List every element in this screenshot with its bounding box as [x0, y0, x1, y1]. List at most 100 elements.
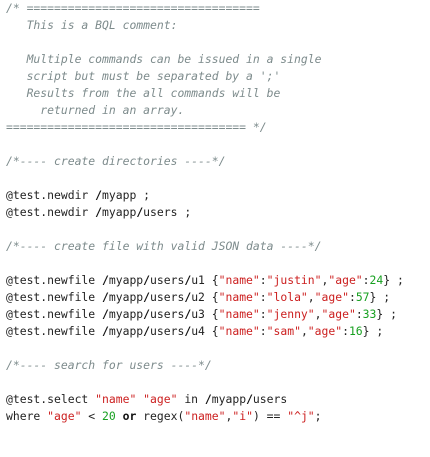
code-token-plain: regex(: [136, 409, 185, 423]
code-token-str: "age": [143, 392, 178, 406]
code-token-plain: users: [252, 392, 288, 406]
code-line: /* ==================================: [6, 0, 430, 17]
code-token-plain: @test.newfile: [6, 307, 103, 321]
code-token-str: "justin": [266, 273, 322, 287]
code-token-str: "^j": [287, 409, 315, 423]
code-token-kw: /: [95, 205, 103, 219]
code-line: Results from the all commands will be: [6, 85, 430, 102]
code-token-str: "age": [328, 273, 363, 287]
code-token-str: "name": [218, 273, 260, 287]
code-token-cmt: script but must be separated by a ';': [6, 69, 281, 83]
code-token-plain: myapp: [108, 290, 144, 304]
code-token-plain: ;: [314, 409, 322, 423]
code-token-plain: @test.newfile: [6, 273, 103, 287]
code-token-plain: myapp: [108, 324, 144, 338]
code-token-kw: /: [143, 307, 151, 321]
code-token-plain: :: [355, 307, 363, 321]
code-token-plain: users: [150, 273, 185, 287]
code-token-num: 57: [355, 290, 370, 304]
code-token-cmt: /*---- search for users ----*/: [6, 358, 212, 372]
code-token-num: 16: [348, 324, 363, 338]
code-token-plain: myapp: [108, 273, 144, 287]
code-token-plain: u1 {: [191, 273, 219, 287]
code-token-str: "jenny": [266, 307, 315, 321]
code-token-cmt: Multiple commands can be issued in a sin…: [6, 52, 322, 66]
code-token-plain: @test.newdir: [6, 188, 96, 202]
code-token-cmt: /*---- create file with valid JSON data …: [6, 239, 322, 253]
code-token-str: "age": [321, 307, 356, 321]
code-token-plain: } ;: [376, 307, 397, 321]
code-token-cmt: /*---- create directories ----*/: [6, 154, 226, 168]
code-token-plain: u4 {: [191, 324, 219, 338]
code-token-plain: ,: [307, 290, 315, 304]
code-token-cmt: /* ==================================: [6, 1, 260, 15]
code-token-plain: @test.newfile: [6, 324, 103, 338]
code-token-str: "name": [218, 324, 260, 338]
code-token-plain: ,: [314, 307, 322, 321]
code-token-plain: in: [177, 392, 205, 406]
code-token-plain: users: [150, 290, 185, 304]
code-token-str: "name": [95, 392, 137, 406]
code-line: @test.newfile /myapp/users/u1 {"name":"j…: [6, 272, 430, 289]
code-line: returned in an array.: [6, 102, 430, 119]
code-token-num: 33: [362, 307, 377, 321]
code-token-plain: :: [259, 307, 267, 321]
code-token-plain: users ;: [143, 205, 192, 219]
code-token-plain: ) ==: [252, 409, 288, 423]
code-token-kw: /: [143, 290, 151, 304]
code-token-str: "age": [307, 324, 343, 338]
code-line: where "age" < 20 or regex("name","i") ==…: [6, 408, 430, 425]
code-token-plain: } ;: [362, 324, 384, 338]
code-token-str: "age": [47, 409, 82, 423]
code-token-str: "age": [314, 290, 349, 304]
code-token-kw: /: [102, 290, 109, 304]
code-line: script but must be separated by a ';': [6, 68, 430, 85]
code-line: /*---- search for users ----*/: [6, 357, 430, 374]
code-token-kw: /: [95, 188, 103, 202]
code-token-kw: /: [204, 392, 212, 406]
code-line: =================================== */: [6, 119, 430, 136]
code-token-kw: /: [102, 307, 109, 321]
code-token-cmt: =================================== */: [6, 120, 267, 134]
code-token-plain: :: [362, 273, 370, 287]
code-token-cmt: returned in an array.: [6, 103, 185, 117]
code-line: /*---- create file with valid JSON data …: [6, 238, 430, 255]
code-token-plain: ,: [300, 324, 308, 338]
code-token-plain: :: [342, 324, 349, 338]
code-token-kw: /: [102, 324, 109, 338]
code-token-str: "name": [184, 409, 226, 423]
code-token-kw: /: [246, 392, 253, 406]
code-token-str: "lola": [266, 290, 308, 304]
code-line: @test.newdir /myapp/users ;: [6, 204, 430, 221]
code-token-kw: /: [143, 324, 151, 338]
code-token-plain: @test.newfile: [6, 290, 103, 304]
code-token-str: "name": [218, 290, 260, 304]
code-token-plain: myapp: [211, 392, 247, 406]
code-token-kw: /: [143, 273, 151, 287]
code-token-kw: /: [102, 273, 109, 287]
code-token-plain: @test.select: [6, 392, 96, 406]
code-token-cmt: This is a BQL comment:: [6, 18, 178, 32]
code-token-plain: } ;: [383, 273, 404, 287]
code-token-str: "name": [218, 307, 260, 321]
code-token-plain: @test.newdir: [6, 205, 96, 219]
code-token-plain: <: [81, 409, 103, 423]
code-line: @test.newfile /myapp/users/u3 {"name":"j…: [6, 306, 430, 323]
code-line: This is a BQL comment:: [6, 17, 430, 34]
code-token-plain: myapp ;: [102, 188, 151, 202]
code-token-num: 20: [102, 409, 116, 423]
code-token-plain: users: [150, 324, 185, 338]
code-line: /*---- create directories ----*/: [6, 153, 430, 170]
code-token-cmt: Results from the all commands will be: [6, 86, 281, 100]
code-line: @test.select "name" "age" in /myapp/user…: [6, 391, 430, 408]
code-editor[interactable]: /* ================================== Th…: [0, 0, 430, 457]
code-token-plain: :: [259, 290, 267, 304]
code-token-plain: :: [259, 273, 267, 287]
